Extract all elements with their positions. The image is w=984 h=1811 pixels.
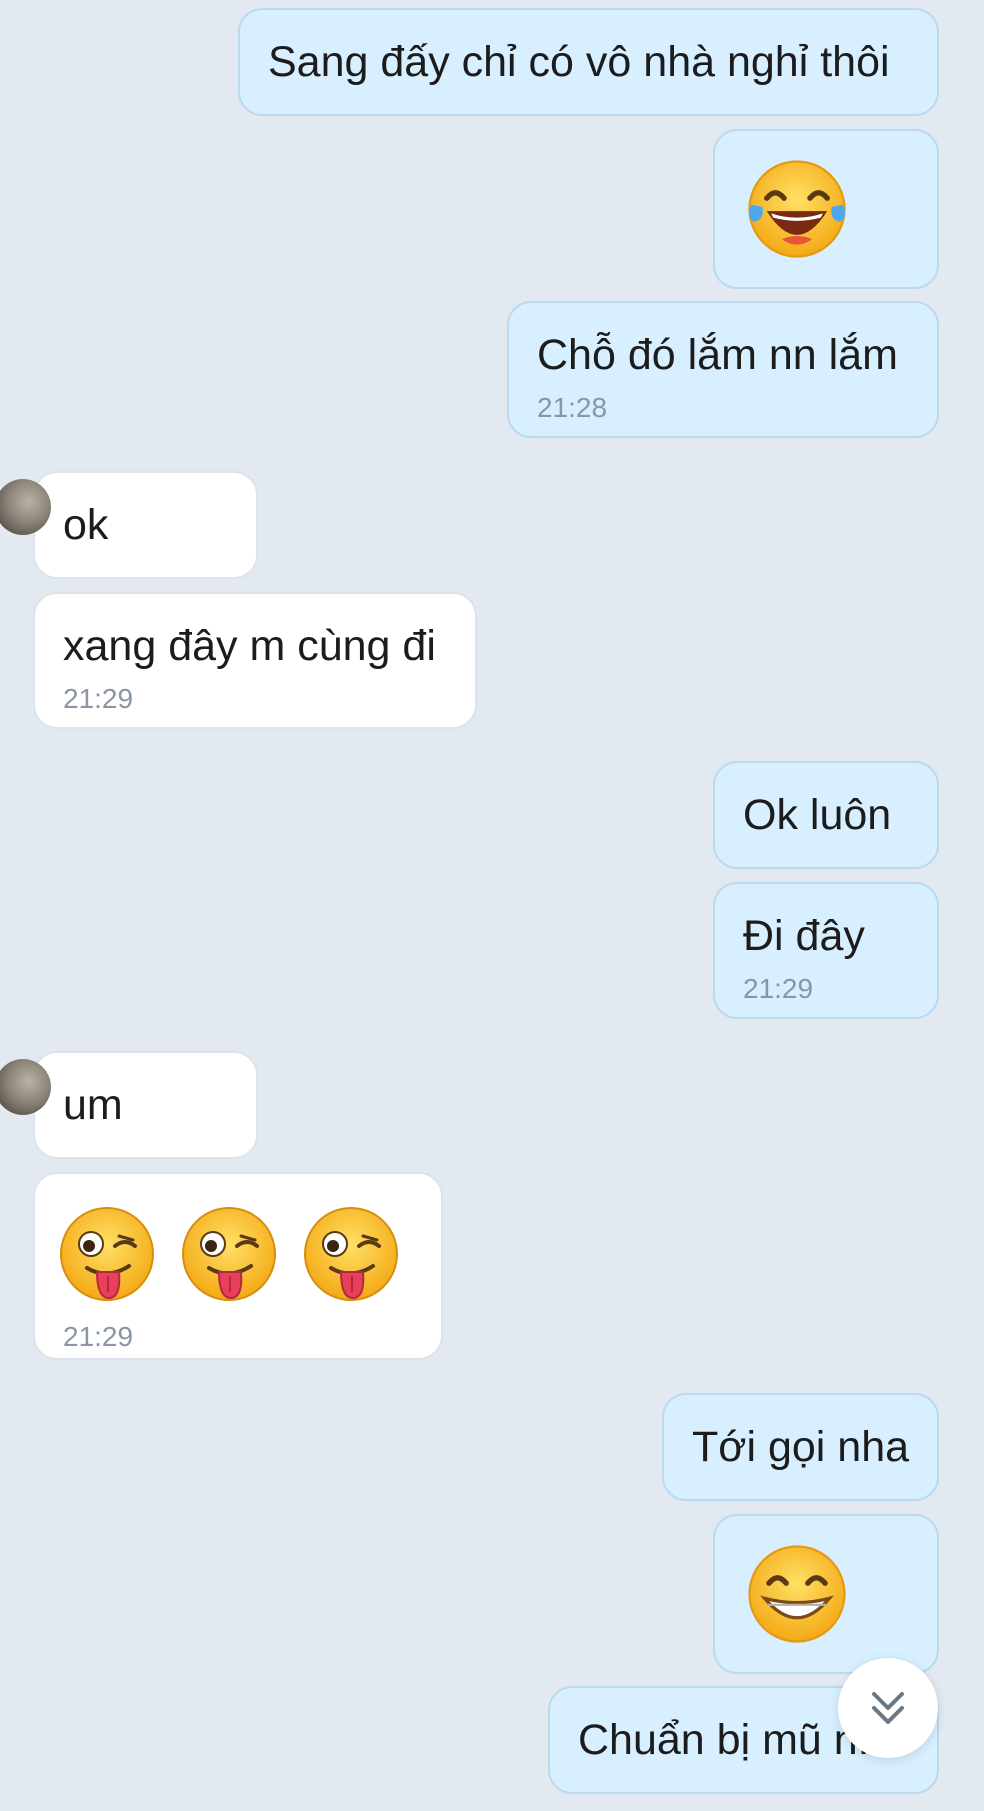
tears-of-joy-emoji-icon bbox=[748, 160, 846, 258]
message-text: Ok luôn bbox=[743, 791, 892, 839]
message-bubble-incoming[interactable]: ok bbox=[0, 471, 258, 579]
message-timestamp: 21:29 bbox=[63, 1321, 134, 1352]
message-text: Tới gọi nha bbox=[692, 1423, 910, 1471]
winking-tongue-emoji-icon bbox=[60, 1207, 154, 1301]
avatar[interactable] bbox=[0, 1059, 51, 1115]
grinning-emoji-icon bbox=[748, 1545, 846, 1643]
double-chevron-down-icon bbox=[872, 1692, 904, 1724]
avatar[interactable] bbox=[0, 479, 51, 535]
message-bubble-incoming[interactable]: 21:29 bbox=[33, 1172, 443, 1360]
message-timestamp: 21:29 bbox=[63, 683, 134, 714]
message-bubble-outgoing[interactable]: Đi đây 21:29 bbox=[713, 882, 939, 1019]
message-text: Sang đấy chỉ có vô nhà nghỉ thôi bbox=[268, 38, 890, 86]
message-text: ok bbox=[63, 501, 109, 549]
winking-tongue-emoji-icon bbox=[182, 1207, 276, 1301]
message-text: Đi đây bbox=[743, 912, 865, 960]
winking-tongue-emoji-icon bbox=[304, 1207, 398, 1301]
message-text: Chỗ đó lắm nn lắm bbox=[537, 331, 898, 379]
message-timestamp: 21:28 bbox=[537, 392, 608, 423]
message-timestamp: 21:29 bbox=[743, 973, 814, 1004]
message-bubble-incoming[interactable]: xang đây m cùng đi 21:29 bbox=[33, 592, 477, 729]
scroll-to-bottom-button[interactable] bbox=[838, 1658, 938, 1758]
message-text: um bbox=[63, 1081, 123, 1129]
message-bubble-outgoing[interactable] bbox=[713, 1514, 939, 1674]
message-bubble-outgoing[interactable]: Tới gọi nha bbox=[662, 1393, 939, 1501]
message-bubble-outgoing[interactable]: Chỗ đó lắm nn lắm 21:28 bbox=[507, 301, 939, 438]
message-bubble-outgoing[interactable] bbox=[713, 129, 939, 289]
message-bubble-incoming[interactable]: um bbox=[0, 1051, 258, 1159]
message-bubble-outgoing[interactable]: Ok luôn bbox=[713, 761, 939, 869]
message-text: xang đây m cùng đi bbox=[63, 622, 436, 670]
message-bubble-outgoing[interactable]: Sang đấy chỉ có vô nhà nghỉ thôi bbox=[238, 8, 939, 116]
